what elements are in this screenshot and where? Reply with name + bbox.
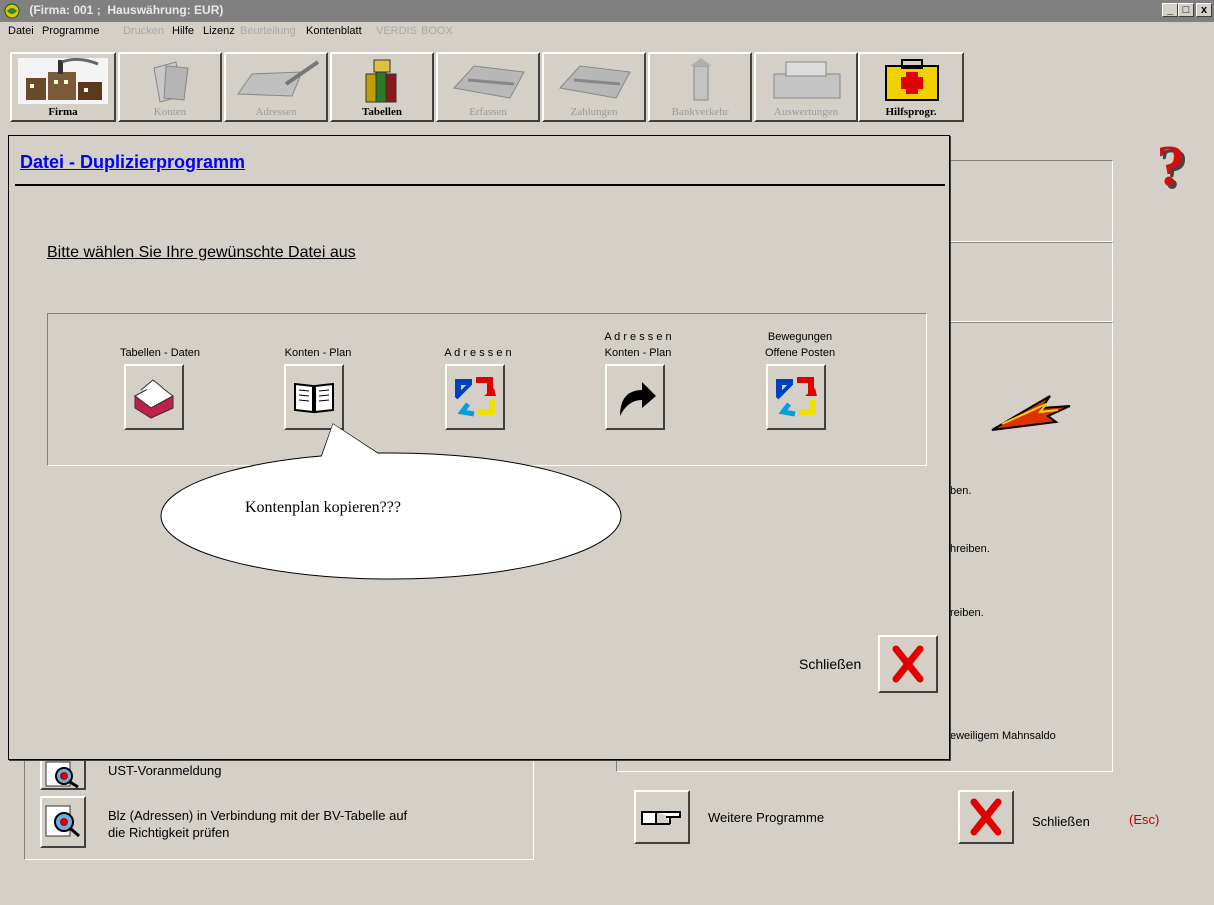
dialog-close-label: Schließen: [799, 656, 862, 672]
toolbar-auswertungen-button[interactable]: Auswertungen: [754, 52, 858, 122]
background-text: ben.: [950, 485, 972, 497]
title-divider: [15, 184, 945, 186]
toolbar-firma-button[interactable]: Firma: [10, 52, 116, 122]
menu-datei[interactable]: Datei: [8, 25, 34, 37]
toolbar-label: Hilfsprogr.: [885, 106, 937, 118]
esc-shortcut-label: (Esc): [1129, 812, 1160, 827]
close-window-button[interactable]: x: [1196, 3, 1212, 17]
blz-check-label: Blz (Adressen) in Verbindung mit der BV-…: [108, 808, 408, 823]
books-icon: [365, 59, 397, 103]
toolbar-label: Firma: [48, 106, 78, 118]
toolbar-bankverkehr-button[interactable]: Bankverkehr: [648, 52, 752, 122]
menu-lizenz[interactable]: Lizenz: [203, 25, 235, 37]
toolbar-adressen-button[interactable]: Adressen: [224, 52, 328, 122]
window-title: (Firma: 001 ; Hauswährung: EUR): [26, 3, 224, 17]
minimize-button[interactable]: _: [1162, 3, 1178, 17]
ust-voranmeldung-label: UST-Voranmeldung: [108, 763, 222, 778]
ust-voranmeldung-button[interactable]: [40, 758, 86, 790]
duplizierprogramm-dialog: Datei - Duplizierprogramm Bitte wählen S…: [8, 135, 950, 760]
papers-icon: [153, 61, 189, 103]
callout-text: Kontenplan kopieren???: [245, 499, 401, 516]
menu-beurteilung[interactable]: Beurteilung: [240, 25, 296, 37]
menu-hilfe[interactable]: Hilfe: [172, 25, 194, 37]
toolbar-label: Auswertungen: [773, 106, 839, 118]
first-aid-kit-icon: [885, 59, 939, 101]
toolbar-zahlungen-button[interactable]: Zahlungen: [542, 52, 646, 122]
svg-text:?: ?: [1157, 138, 1186, 194]
menu-boox[interactable]: BOOX: [421, 25, 453, 37]
toolbar-label: Bankverkehr: [671, 106, 729, 118]
printer-icon: [773, 61, 841, 99]
option-label: Konten - Plan: [284, 347, 352, 359]
weitere-programme-label: Weitere Programme: [708, 810, 825, 825]
app-icon[interactable]: [4, 3, 20, 19]
toolbar-label: Zahlungen: [570, 106, 618, 118]
factory-icon: [18, 58, 108, 104]
background-text: reiben.: [950, 607, 984, 619]
toolbar-label: Erfassen: [469, 106, 507, 118]
dialog-title[interactable]: Datei - Duplizierprogramm: [20, 152, 245, 173]
typewriter-icon: [453, 65, 525, 99]
toolbar-label: Konten: [153, 106, 187, 118]
blz-check-label: die Richtigkeit prüfen: [108, 825, 230, 840]
toolbar-hilfsprogr-button[interactable]: Hilfsprogr.: [858, 52, 964, 122]
toolbar-tabellen-button[interactable]: Tabellen: [330, 52, 434, 122]
typewriter-icon: [559, 65, 631, 99]
option-label: Konten - Plan: [604, 347, 672, 359]
weitere-programme-button[interactable]: [634, 790, 690, 844]
background-panel: [947, 160, 1113, 242]
red-x-icon: [892, 645, 924, 683]
callout-bubble: [160, 423, 622, 580]
option-label: A d r e s s e n: [444, 347, 512, 359]
title-bar: (Firma: 001 ; Hauswährung: EUR) _ □ x: [0, 0, 1214, 22]
blz-check-button[interactable]: [40, 796, 86, 848]
toolbar-label: Tabellen: [362, 106, 402, 118]
sync-arrows-icon: [775, 377, 817, 417]
menu-programme[interactable]: Programme: [42, 25, 99, 37]
close-label: Schließen: [1032, 814, 1090, 829]
pointing-hand-icon: [641, 811, 681, 825]
dialog-prompt: Bitte wählen Sie Ihre gewünschte Datei a…: [47, 244, 356, 261]
menu-drucken[interactable]: Drucken: [123, 25, 164, 37]
background-text: hreiben.: [950, 543, 990, 555]
background-panel: [947, 242, 1113, 322]
magnifier-document-icon: [45, 805, 80, 838]
toolbar-label: Adressen: [255, 106, 297, 118]
bank-icon: [690, 58, 712, 101]
close-button[interactable]: [958, 790, 1014, 844]
option-label: Tabellen - Daten: [119, 347, 201, 359]
red-x-icon: [970, 798, 1002, 836]
magnifier-document-icon: [45, 761, 79, 789]
dialog-close-button[interactable]: [878, 635, 938, 693]
option-bewegungen-offene-posten-button[interactable]: [766, 364, 826, 430]
option-label: Offene Posten: [764, 347, 836, 359]
background-text: eweiligem Mahnsaldo: [950, 730, 1056, 742]
pointer-arrow-icon: [991, 395, 1071, 431]
toolbar-erfassen-button[interactable]: Erfassen: [436, 52, 540, 122]
menu-kontenblatt[interactable]: Kontenblatt: [306, 25, 362, 37]
menu-verdis[interactable]: VERDIS: [376, 25, 417, 37]
option-label: A d r e s s e n: [604, 331, 672, 343]
menu-bar: Datei Programme Drucken Hilfe Lizenz Beu…: [0, 22, 1214, 44]
help-question-icon[interactable]: ? ?: [1150, 138, 1198, 194]
pen-icon: [237, 60, 320, 97]
option-label: Bewegungen: [767, 331, 833, 343]
maximize-button[interactable]: □: [1178, 3, 1194, 17]
toolbar-konten-button[interactable]: Konten: [118, 52, 222, 122]
